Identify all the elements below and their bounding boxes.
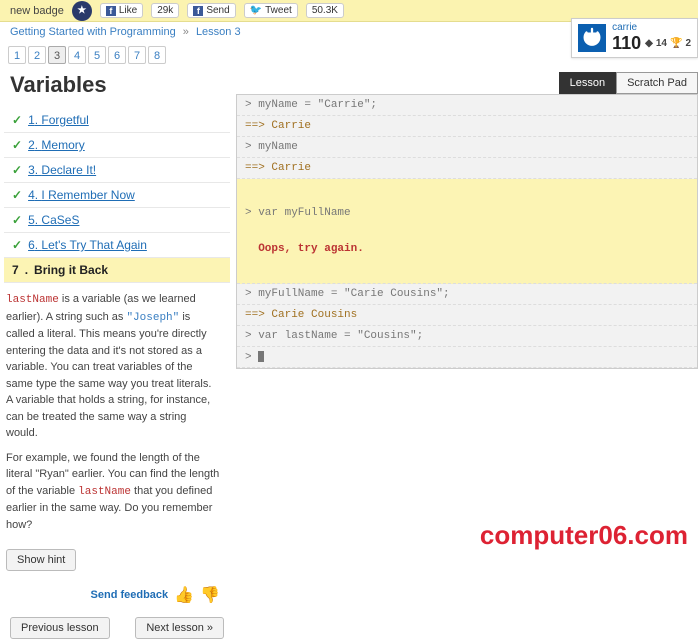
feedback-row: Send feedback 👍 👎 bbox=[4, 577, 230, 613]
check-icon: ✓ bbox=[12, 138, 22, 152]
step-item-active[interactable]: 7. Bring it Back bbox=[4, 258, 230, 283]
left-panel: 1 2 3 4 5 6 7 8 Variables ✓1. Forgetful … bbox=[0, 42, 230, 640]
power-icon bbox=[581, 27, 603, 49]
code-literal: "Joseph" bbox=[126, 312, 179, 324]
user-box[interactable]: carrie 110 ◆14 🏆2 bbox=[571, 18, 698, 58]
page-6[interactable]: 6 bbox=[108, 46, 126, 64]
thumbs-down-icon[interactable]: 👎 bbox=[200, 585, 220, 605]
tab-scratch[interactable]: Scratch Pad bbox=[616, 72, 698, 94]
twitter-icon: 🐦 bbox=[250, 5, 262, 16]
tab-lesson[interactable]: Lesson bbox=[559, 72, 616, 94]
console-prompt[interactable]: > bbox=[237, 347, 697, 368]
lesson-text: lastName is a variable (as we learned ea… bbox=[4, 283, 230, 549]
previous-lesson-button[interactable]: Previous lesson bbox=[10, 617, 110, 639]
page-1[interactable]: 1 bbox=[8, 46, 26, 64]
page-8[interactable]: 8 bbox=[148, 46, 166, 64]
page-4[interactable]: 4 bbox=[68, 46, 86, 64]
console-line-error: > var myFullName Oops, try again. bbox=[237, 179, 697, 284]
page-7[interactable]: 7 bbox=[128, 46, 146, 64]
badge-text: new badge bbox=[10, 5, 64, 17]
tweet-button[interactable]: 🐦Tweet bbox=[244, 3, 298, 18]
user-points: 110 ◆14 🏆2 bbox=[612, 33, 691, 54]
console-line: > var lastName = "Cousins"; bbox=[237, 326, 697, 347]
user-name: carrie bbox=[612, 22, 691, 33]
check-icon: ✓ bbox=[12, 188, 22, 202]
page-3[interactable]: 3 bbox=[48, 46, 66, 64]
fb-like-count: 29k bbox=[151, 3, 179, 18]
step-item[interactable]: ✓3. Declare It! bbox=[4, 158, 230, 183]
check-icon: ✓ bbox=[12, 113, 22, 127]
check-icon: ✓ bbox=[12, 238, 22, 252]
code-variable: lastName bbox=[78, 486, 131, 498]
badge-icon: ★ bbox=[72, 1, 92, 21]
next-lesson-button[interactable]: Next lesson » bbox=[135, 617, 224, 639]
console-output: ==> Carrie bbox=[237, 116, 697, 137]
console-error: Oops, try again. bbox=[245, 243, 689, 255]
thumbs-up-icon[interactable]: 👍 bbox=[174, 585, 194, 605]
facebook-icon: f bbox=[106, 6, 116, 16]
step-item[interactable]: ✓2. Memory bbox=[4, 133, 230, 158]
breadcrumb-lesson[interactable]: Lesson 3 bbox=[196, 26, 241, 38]
watermark: computer06.com bbox=[480, 520, 688, 551]
trophy-icon: 🏆 bbox=[670, 38, 682, 49]
step-item[interactable]: ✓6. Let's Try That Again bbox=[4, 233, 230, 258]
step-item[interactable]: ✓5. CaSeS bbox=[4, 208, 230, 233]
avatar bbox=[578, 24, 606, 52]
lesson-pager: 1 2 3 4 5 6 7 8 bbox=[8, 46, 230, 64]
page-2[interactable]: 2 bbox=[28, 46, 46, 64]
fb-like-button[interactable]: fLike bbox=[100, 3, 143, 18]
console-tabs: Lesson Scratch Pad bbox=[236, 72, 698, 94]
send-feedback-link[interactable]: Send feedback bbox=[91, 589, 169, 601]
console-line: > myFullName = "Carie Cousins"; bbox=[237, 284, 697, 305]
check-icon: ✓ bbox=[12, 163, 22, 177]
step-list: ✓1. Forgetful ✓2. Memory ✓3. Declare It!… bbox=[4, 108, 230, 283]
code-variable: lastName bbox=[6, 294, 59, 306]
badge-icon: ◆ bbox=[645, 38, 653, 49]
console-output: ==> Carrie bbox=[237, 158, 697, 179]
step-item[interactable]: ✓4. I Remember Now bbox=[4, 183, 230, 208]
tweet-count: 50.3K bbox=[306, 3, 344, 18]
console-line: > myName = "Carrie"; bbox=[237, 95, 697, 116]
code-console[interactable]: > myName = "Carrie"; ==> Carrie > myName… bbox=[236, 94, 698, 369]
fb-send-button[interactable]: fSend bbox=[187, 3, 235, 18]
cursor-icon bbox=[258, 351, 264, 362]
console-output: ==> Carie Cousins bbox=[237, 305, 697, 326]
breadcrumb-course[interactable]: Getting Started with Programming bbox=[10, 26, 176, 38]
page-5[interactable]: 5 bbox=[88, 46, 106, 64]
step-item[interactable]: ✓1. Forgetful bbox=[4, 108, 230, 133]
facebook-icon: f bbox=[193, 6, 203, 16]
page-title: Variables bbox=[10, 72, 230, 98]
check-icon: ✓ bbox=[12, 213, 22, 227]
show-hint-button[interactable]: Show hint bbox=[6, 549, 76, 571]
console-line: > myName bbox=[237, 137, 697, 158]
lesson-nav: Previous lesson Next lesson » bbox=[4, 613, 230, 640]
